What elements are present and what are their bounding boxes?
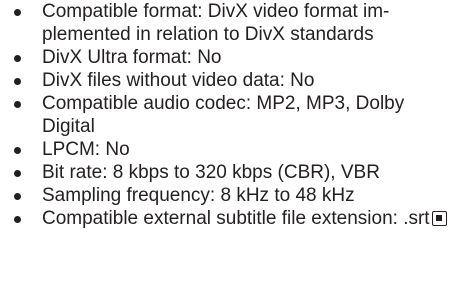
bullet-icon [14,9,21,16]
list-item-subtitle-extension: Compatible external subtitle file extens… [12,207,452,230]
list-item-text: Sampling frequency: 8 kHz to 48 kHz [42,185,355,206]
bullet-icon [14,78,21,85]
bullet-icon [14,170,21,177]
document-page: Compatible format: DivX video format im-… [12,0,452,230]
bullet-icon [14,216,21,223]
list-item-text: LPCM: No [42,139,130,160]
list-item-text: Compatible format: DivX video format im-… [42,1,390,45]
list-item-compatible-format: Compatible format: DivX video format im-… [12,0,452,46]
bullet-icon [14,55,21,62]
list-item-audio-codec: Compatible audio codec: MP2, MP3, Dolby … [12,92,452,138]
list-item-bit-rate: Bit rate: 8 kbps to 320 kbps (CBR), VBR [12,161,452,184]
bullet-icon [14,101,21,108]
spec-list: Compatible format: DivX video format im-… [12,0,452,230]
list-item-text: Bit rate: 8 kbps to 320 kbps (CBR), VBR [42,162,380,183]
list-item-no-video-data: DivX files without video data: No [12,69,452,92]
list-item-sampling-frequency: Sampling frequency: 8 kHz to 48 kHz [12,184,452,207]
list-item-divx-ultra: DivX Ultra format: No [12,46,452,69]
end-of-section-icon [431,211,447,226]
list-item-text: DivX files without video data: No [42,70,315,91]
bullet-icon [14,147,21,154]
list-item-text: Compatible external subtitle file extens… [42,208,430,229]
list-item-lpcm: LPCM: No [12,138,452,161]
bullet-icon [14,193,21,200]
list-item-text: Compatible audio codec: MP2, MP3, Dolby … [42,93,405,137]
list-item-text: DivX Ultra format: No [42,47,222,68]
